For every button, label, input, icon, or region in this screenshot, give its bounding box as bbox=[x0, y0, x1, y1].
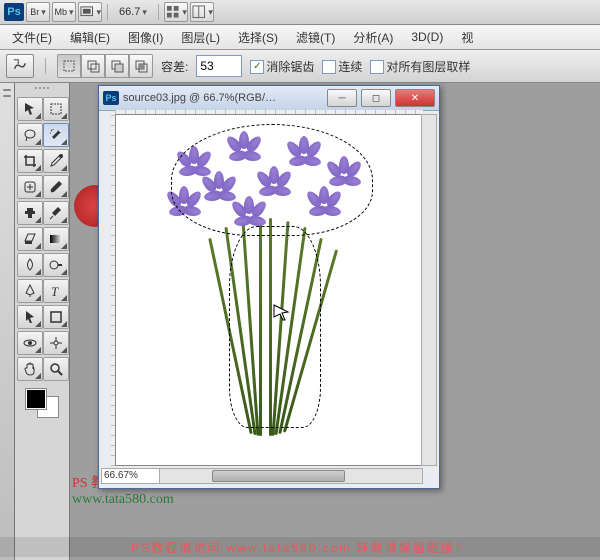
pen-tool[interactable] bbox=[17, 279, 43, 303]
menu-3d[interactable]: 3D(D) bbox=[405, 28, 449, 46]
color-swatches[interactable] bbox=[24, 387, 60, 419]
clone-stamp-tool[interactable] bbox=[17, 201, 43, 225]
document-canvas[interactable] bbox=[115, 114, 423, 466]
selection-new-button[interactable] bbox=[57, 54, 81, 78]
shape-tool[interactable] bbox=[43, 305, 69, 329]
current-tool-icon[interactable] bbox=[6, 54, 34, 78]
main-menubar: 文件(E) 编辑(E) 图像(I) 图层(L) 选择(S) 滤镜(T) 分析(A… bbox=[0, 25, 600, 50]
brush-tool[interactable] bbox=[43, 175, 69, 199]
3d-camera-tool[interactable] bbox=[43, 331, 69, 355]
sample-all-label: 对所有图层取样 bbox=[386, 60, 470, 74]
tolerance-label: 容差: bbox=[161, 58, 188, 75]
menu-filter[interactable]: 滤镜(T) bbox=[290, 27, 341, 48]
blur-tool[interactable] bbox=[17, 253, 43, 277]
foreground-color-swatch[interactable] bbox=[26, 389, 46, 409]
maximize-button[interactable]: ◻ bbox=[361, 89, 391, 107]
antialias-label: 消除锯齿 bbox=[266, 60, 314, 74]
selection-intersect-button[interactable] bbox=[129, 54, 153, 78]
menu-analysis[interactable]: 分析(A) bbox=[347, 27, 399, 48]
selection-add-button[interactable] bbox=[81, 54, 105, 78]
document-window: Ps source03.jpg @ 66.7%(RGB/… ─ ◻ ✕ bbox=[98, 85, 440, 489]
contiguous-option[interactable]: 连续 bbox=[322, 58, 362, 75]
history-brush-tool[interactable] bbox=[43, 201, 69, 225]
path-selection-tool[interactable] bbox=[17, 305, 43, 329]
magic-wand-tool[interactable] bbox=[43, 123, 69, 147]
eraser-tool[interactable] bbox=[17, 227, 43, 251]
screen-mode-button[interactable] bbox=[78, 2, 102, 22]
lasso-tool[interactable] bbox=[17, 123, 43, 147]
menu-select[interactable]: 选择(S) bbox=[232, 27, 284, 48]
hand-tool[interactable] bbox=[17, 357, 43, 381]
document-ps-icon: Ps bbox=[103, 91, 119, 105]
menu-image[interactable]: 图像(I) bbox=[122, 27, 169, 48]
dodge-tool[interactable] bbox=[43, 253, 69, 277]
toolbox-panel: T bbox=[15, 83, 70, 560]
app-topbar: Ps Br Mb 66.7 bbox=[0, 0, 600, 25]
document-titlebar[interactable]: Ps source03.jpg @ 66.7%(RGB/… ─ ◻ ✕ bbox=[99, 86, 439, 111]
gradient-tool[interactable] bbox=[43, 227, 69, 251]
antialias-option[interactable]: 消除锯齿 bbox=[250, 58, 314, 75]
eyedropper-tool[interactable] bbox=[43, 149, 69, 173]
separator bbox=[107, 4, 108, 20]
watermark-url-text: www.tata580.com bbox=[72, 492, 174, 507]
selection-subtract-button[interactable] bbox=[105, 54, 129, 78]
horizontal-scrollbar[interactable] bbox=[159, 468, 423, 484]
sample-all-option[interactable]: 对所有图层取样 bbox=[370, 58, 470, 75]
svg-text:T: T bbox=[51, 284, 59, 299]
marquee-tool[interactable] bbox=[43, 97, 69, 121]
3d-rotate-tool[interactable] bbox=[17, 331, 43, 355]
minibridge-button[interactable]: Mb bbox=[52, 2, 76, 22]
zoom-percentage-input[interactable]: 66.67% bbox=[101, 468, 163, 484]
minimize-button[interactable]: ─ bbox=[327, 89, 357, 107]
crop-tool[interactable] bbox=[17, 149, 43, 173]
separator bbox=[45, 58, 46, 74]
antialias-checkbox[interactable] bbox=[250, 60, 264, 74]
document-title: source03.jpg @ 66.7%(RGB/… bbox=[123, 92, 323, 104]
zoom-level-display[interactable]: 66.7 bbox=[119, 6, 147, 18]
zoom-value: 66.7 bbox=[119, 6, 140, 18]
menu-view[interactable]: 视 bbox=[455, 27, 479, 48]
arrange-documents-button[interactable] bbox=[190, 2, 214, 22]
panel-collapse-column[interactable] bbox=[0, 83, 15, 560]
workspace: T 他地新你 PS 教程网 www.tata580.com Ps s bbox=[0, 83, 600, 560]
separator bbox=[158, 4, 159, 20]
healing-brush-tool[interactable] bbox=[17, 175, 43, 199]
menu-file[interactable]: 文件(E) bbox=[6, 27, 58, 48]
close-button[interactable]: ✕ bbox=[395, 89, 435, 107]
vertical-scrollbar[interactable] bbox=[421, 114, 437, 466]
sample-all-checkbox[interactable] bbox=[370, 60, 384, 74]
scrollbar-thumb[interactable] bbox=[212, 470, 345, 482]
zoom-tool[interactable] bbox=[43, 357, 69, 381]
footer-watermark: PS教程请访问 www.tata580.com 转载请保留链接！ bbox=[0, 537, 600, 557]
canvas-image-content bbox=[149, 116, 389, 436]
toolbox-drag-handle[interactable] bbox=[18, 87, 66, 93]
menu-layer[interactable]: 图层(L) bbox=[175, 27, 226, 48]
ps-app-icon: Ps bbox=[4, 3, 24, 21]
canvas-area: 他地新你 PS 教程网 www.tata580.com Ps source03.… bbox=[70, 83, 600, 560]
view-extras-button[interactable] bbox=[164, 2, 188, 22]
type-tool[interactable]: T bbox=[43, 279, 69, 303]
contiguous-label: 连续 bbox=[338, 60, 362, 74]
move-tool[interactable] bbox=[17, 97, 43, 121]
tolerance-input[interactable] bbox=[196, 55, 242, 77]
bridge-button[interactable]: Br bbox=[26, 2, 50, 22]
selection-mode-group bbox=[57, 54, 153, 78]
tool-options-bar: 容差: 消除锯齿 连续 对所有图层取样 bbox=[0, 50, 600, 83]
menu-edit[interactable]: 编辑(E) bbox=[64, 27, 116, 48]
contiguous-checkbox[interactable] bbox=[322, 60, 336, 74]
